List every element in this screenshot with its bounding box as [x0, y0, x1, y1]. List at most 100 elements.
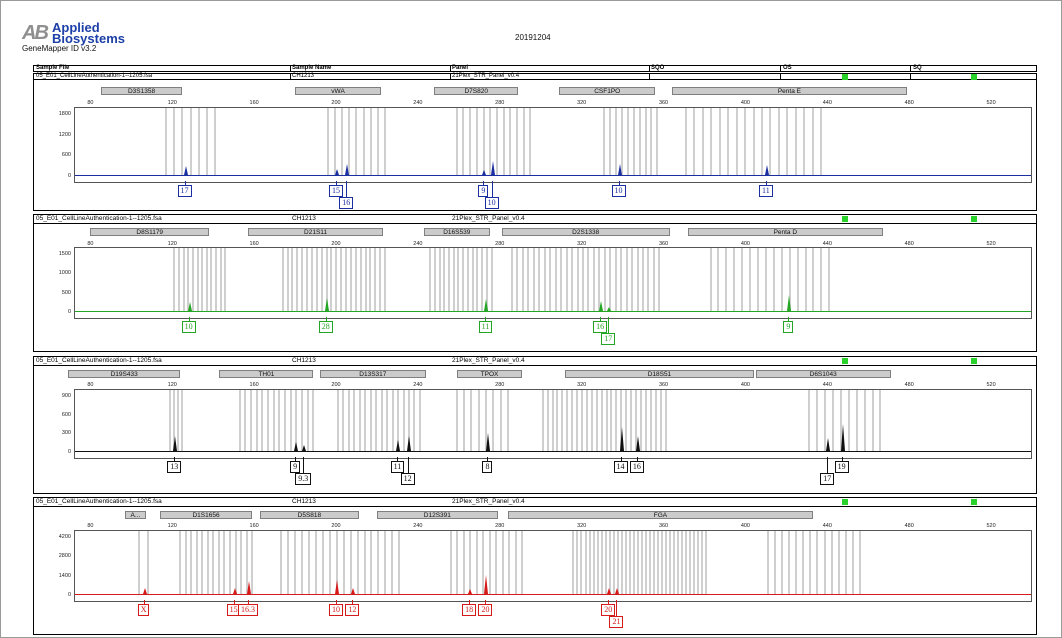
allele-bin — [772, 248, 775, 312]
panel-sample-file: 05_E01_CellLineAuthentication-1--1205.fs… — [36, 498, 162, 505]
marker-d5s818[interactable]: D5S818 — [260, 511, 359, 519]
electropherogram-panel-red: 05_E01_CellLineAuthentication-1--1205.fs… — [33, 497, 1037, 635]
allele-label[interactable]: 10 — [611, 185, 626, 197]
allele-label[interactable]: 11 — [478, 321, 493, 333]
allele-bin — [820, 248, 823, 312]
marker-d8s1179[interactable]: D8S1179 — [90, 228, 210, 236]
marker-d12s391[interactable]: D12S391 — [376, 511, 498, 519]
allele-label[interactable]: 11 — [759, 185, 773, 197]
allele-label[interactable]: X — [137, 604, 150, 616]
allele-peak — [294, 442, 299, 451]
marker-d16s539[interactable]: D16S539 — [424, 228, 490, 236]
allele-label[interactable]: 15 — [329, 185, 344, 197]
allele-label[interactable]: 9 — [783, 321, 794, 333]
marker-d19s433[interactable]: D19S433 — [67, 370, 181, 378]
allele-bin — [452, 248, 455, 312]
allele-label[interactable]: 13 — [167, 461, 182, 473]
marker-d7s820[interactable]: D7S820 — [434, 87, 519, 95]
allele-bin — [506, 390, 509, 452]
allele-label[interactable]: 17 — [601, 333, 616, 345]
allele-bin — [369, 108, 372, 176]
marker-a[interactable]: A... — [125, 511, 146, 519]
allele-label[interactable]: 10 — [484, 197, 499, 209]
allele-bin — [477, 390, 480, 452]
y-tick-label: 900 — [61, 393, 71, 399]
y-tick-label: 1000 — [58, 270, 71, 277]
allele-bin — [330, 248, 333, 312]
y-tick-label: 1200 — [58, 131, 71, 138]
allele-bin — [376, 108, 379, 176]
allele-label[interactable]: 16 — [593, 321, 608, 333]
x-tick-label: 400 — [740, 523, 750, 529]
panel-sample-file: 05_E01_CellLineAuthentication-1--1205.fs… — [36, 215, 162, 222]
marker-fga[interactable]: FGA — [507, 511, 813, 519]
x-tick-label: 280 — [495, 523, 505, 529]
allele-bin — [625, 390, 628, 452]
x-tick-label: 520 — [986, 523, 996, 529]
marker-d21s11[interactable]: D21S11 — [247, 228, 384, 236]
allele-bin — [384, 531, 387, 595]
allele-label[interactable]: 9 — [290, 461, 301, 473]
allele-bin — [341, 108, 344, 176]
electropherogram-plot[interactable] — [74, 107, 1032, 183]
allele-bin — [595, 390, 598, 452]
allele-label[interactable]: 12 — [400, 473, 415, 485]
allele-bin — [556, 390, 559, 452]
allele-label[interactable]: 16 — [339, 197, 354, 209]
marker-th01[interactable]: TH01 — [219, 370, 314, 378]
allele-label[interactable]: 17 — [177, 185, 192, 197]
allele-bin — [210, 248, 213, 312]
allele-peak — [232, 588, 237, 594]
allele-label[interactable]: 10 — [181, 321, 196, 333]
allele-bin — [184, 531, 187, 595]
allele-bin — [438, 248, 441, 312]
electropherogram-plot[interactable] — [74, 389, 1032, 459]
panel-sample-name: CH1213 — [292, 215, 316, 222]
allele-bin — [321, 531, 324, 595]
marker-d3s1358[interactable]: D3S1358 — [100, 87, 183, 95]
allele-label[interactable]: 20 — [601, 604, 616, 616]
marker-d18s51[interactable]: D18S51 — [565, 370, 754, 378]
allele-label[interactable]: 12 — [345, 604, 360, 616]
allele-label[interactable]: 9 — [478, 185, 489, 197]
allele-label[interactable]: 16 — [629, 461, 644, 473]
marker-d6s1043[interactable]: D6S1043 — [755, 370, 891, 378]
panel-sample-row[interactable]: 05_E01_CellLineAuthentication-1--1205.fs… — [34, 498, 1036, 507]
allele-bin — [165, 108, 168, 176]
marker-d13s317[interactable]: D13S317 — [319, 370, 427, 378]
allele-label[interactable]: 28 — [318, 321, 333, 333]
electropherogram-plot[interactable] — [74, 247, 1032, 319]
allele-label[interactable]: 14 — [613, 461, 628, 473]
allele-bin — [584, 531, 587, 595]
marker-penta-d[interactable]: Penta D — [688, 228, 883, 236]
marker-csf1po[interactable]: CSF1PO — [559, 87, 656, 95]
allele-label[interactable]: 17 — [820, 473, 835, 485]
marker-d1s1656[interactable]: D1S1656 — [159, 511, 253, 519]
allele-peak — [490, 161, 495, 175]
allele-bin — [169, 390, 172, 452]
electropherogram-plot[interactable] — [74, 530, 1032, 602]
allele-label[interactable]: 8 — [482, 461, 493, 473]
allele-label[interactable]: 11 — [390, 461, 405, 473]
allele-label[interactable]: 19 — [834, 461, 849, 473]
allele-label[interactable]: 16.3 — [237, 604, 258, 616]
allele-bin — [508, 531, 511, 595]
allele-bin — [362, 108, 365, 176]
allele-label[interactable]: 10 — [329, 604, 344, 616]
allele-bin — [296, 248, 299, 312]
marker-vwa[interactable]: vWA — [295, 87, 382, 95]
marker-d2s1338[interactable]: D2S1338 — [501, 228, 670, 236]
allele-label-leader — [608, 317, 610, 333]
marker-penta-e[interactable]: Penta E — [671, 87, 908, 95]
allele-peak — [607, 588, 612, 594]
allele-bin — [215, 248, 218, 312]
allele-bin — [844, 531, 847, 595]
allele-label[interactable]: 9.3 — [295, 473, 312, 485]
allele-label[interactable]: 21 — [609, 616, 624, 628]
panel-sample-row[interactable]: 05_E01_CellLineAuthentication-1--1205.fs… — [34, 215, 1036, 224]
marker-tpox[interactable]: TPOX — [456, 370, 523, 378]
allele-label[interactable]: 20 — [478, 604, 493, 616]
allele-label[interactable]: 18 — [462, 604, 477, 616]
panel-sample-row[interactable]: 05_E01_CellLineAuthentication-1--1205.fs… — [34, 357, 1036, 366]
x-tick-label: 240 — [413, 100, 423, 106]
